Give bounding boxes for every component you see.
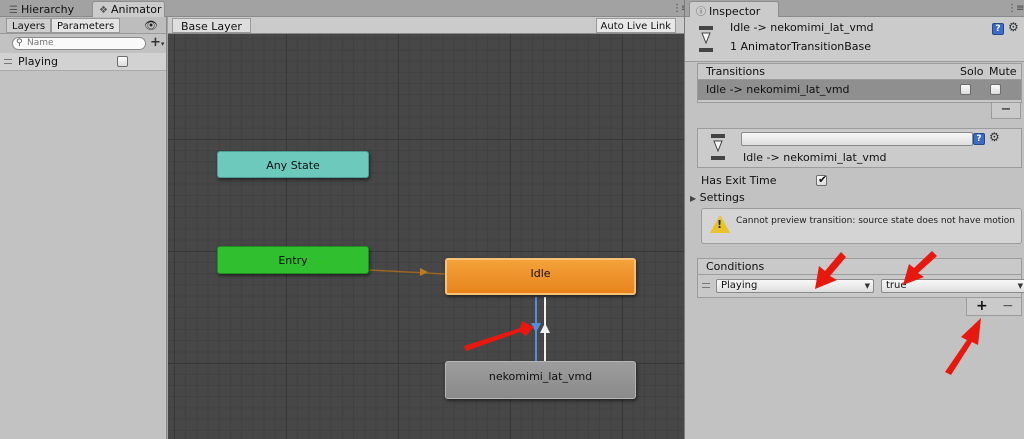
settings-label: Settings: [699, 191, 745, 204]
tab-parameters[interactable]: Parameters: [51, 18, 121, 33]
mute-checkbox[interactable]: [990, 84, 1001, 95]
animator-graph[interactable]: Base Layer Auto Live Link Any State Entr…: [168, 17, 684, 439]
state-idle[interactable]: Idle: [445, 258, 636, 295]
transition-detail: ? ⚙ Idle -> nekomimi_lat_vmd: [697, 128, 1022, 168]
conditions-header: Conditions: [698, 259, 1021, 275]
state-entry[interactable]: Entry: [217, 246, 369, 274]
entry-transition-arrow: [420, 268, 428, 276]
transition-icon: [699, 26, 713, 52]
warning-text: Cannot preview transition: source state …: [736, 216, 1015, 226]
transition-name-field[interactable]: [741, 132, 973, 146]
solo-checkbox[interactable]: [960, 84, 971, 95]
search-placeholder: Name: [27, 38, 54, 48]
remove-condition-button[interactable]: −: [1002, 298, 1014, 314]
transition-row[interactable]: Idle -> nekomimi_lat_vmd: [698, 80, 1021, 100]
eye-icon[interactable]: 👁: [144, 19, 158, 32]
graph-toolbar: Base Layer Auto Live Link: [168, 17, 684, 34]
transitions-header: Transitions Solo Mute: [698, 64, 1021, 80]
inspector-title: Idle -> nekomimi_lat_vmd: [730, 21, 874, 34]
state-nekomimi[interactable]: nekomimi_lat_vmd: [445, 361, 636, 399]
has-exit-time-checkbox[interactable]: [816, 173, 827, 186]
transition-detail-icon: [711, 134, 725, 160]
condition-parameter-value: Playing: [721, 280, 758, 291]
annotation-arrow-add: [945, 318, 981, 375]
inspector-panel: ⓘ Inspector ⋮≡ Idle -> nekomimi_lat_vmd 1…: [684, 0, 1024, 439]
transition-help-icon[interactable]: ?: [973, 133, 985, 145]
transition-gear-icon[interactable]: ⚙: [989, 130, 1000, 144]
settings-foldout[interactable]: ▶ Settings: [690, 191, 745, 204]
tab-inspector[interactable]: ⓘ Inspector: [689, 1, 779, 18]
tab-animator[interactable]: ❖ Animator: [92, 1, 165, 17]
tab-animator-label: Animator: [110, 3, 162, 16]
solo-label: Solo: [960, 65, 984, 78]
dropdown-arrow-icon: ▼: [864, 282, 870, 290]
parameter-row[interactable]: Playing: [0, 53, 166, 71]
auto-live-link-button[interactable]: Auto Live Link: [595, 18, 676, 33]
has-exit-time-label: Has Exit Time: [701, 174, 777, 187]
annotation-arrow-graph: [464, 321, 534, 351]
tab-layers[interactable]: Layers: [6, 18, 52, 33]
condition-value-dropdown[interactable]: true ▼: [881, 279, 1024, 293]
condition-value: true: [886, 280, 907, 291]
entry-transition-line[interactable]: [368, 269, 446, 275]
inspector-tab-bar: ⓘ Inspector ⋮≡: [685, 0, 1024, 18]
inspector-header: Idle -> nekomimi_lat_vmd 1 AnimatorTrans…: [685, 17, 1024, 62]
gear-icon[interactable]: ⚙: [1008, 20, 1019, 34]
condition-parameter-dropdown[interactable]: Playing ▼: [716, 279, 874, 293]
parameter-search-input[interactable]: ⚲ Name: [12, 37, 146, 50]
tab-hierarchy[interactable]: ☰ Hierarchy: [2, 1, 81, 17]
mute-label: Mute: [989, 65, 1017, 78]
hierarchy-icon: ☰: [9, 5, 18, 16]
neko-to-idle-arrow: [540, 323, 550, 333]
animator-icon: ❖: [99, 5, 108, 16]
parameters-panel: Layers Parameters 👁 ⚲ Name +▾ Playing: [0, 17, 167, 439]
layers-parameters-tabs: Layers Parameters 👁: [0, 17, 166, 34]
warning-box: ! Cannot preview transition: source stat…: [701, 208, 1022, 244]
drag-handle-icon[interactable]: [4, 59, 12, 64]
info-icon: ⓘ: [696, 7, 706, 18]
condition-row[interactable]: Playing ▼ true ▼: [698, 275, 1024, 297]
left-tab-bar: ☰ Hierarchy ❖ Animator ⋮≡: [0, 0, 689, 17]
foldout-arrow-icon: ▶: [690, 194, 697, 203]
add-condition-button[interactable]: +: [976, 298, 988, 314]
parameter-bool-checkbox[interactable]: [117, 56, 128, 67]
add-parameter-button[interactable]: +▾: [150, 35, 164, 50]
warning-mark: !: [717, 218, 723, 231]
remove-transition-button[interactable]: −: [991, 103, 1021, 119]
inspector-subtitle: 1 AnimatorTransitionBase: [730, 40, 872, 53]
conditions-list: Conditions Playing ▼ true ▼: [697, 258, 1024, 298]
inspector-menu-icon[interactable]: ⋮≡: [1007, 3, 1024, 14]
condition-drag-handle-icon[interactable]: [702, 283, 710, 288]
transitions-list: Transitions Solo Mute Idle -> nekomimi_l…: [697, 63, 1022, 103]
help-icon[interactable]: ?: [992, 23, 1004, 35]
state-any-state[interactable]: Any State: [217, 151, 369, 178]
parameter-name[interactable]: Playing: [18, 55, 58, 68]
transition-row-label: Idle -> nekomimi_lat_vmd: [706, 83, 850, 96]
transitions-header-label: Transitions: [706, 65, 765, 78]
transition-detail-label: Idle -> nekomimi_lat_vmd: [743, 151, 887, 164]
breadcrumb-base-layer[interactable]: Base Layer: [172, 18, 251, 33]
conditions-footer: + −: [966, 298, 1022, 316]
search-icon: ⚲: [16, 38, 23, 48]
dropdown-arrow-icon: ▼: [1017, 282, 1023, 290]
tab-hierarchy-label: Hierarchy: [20, 3, 75, 16]
